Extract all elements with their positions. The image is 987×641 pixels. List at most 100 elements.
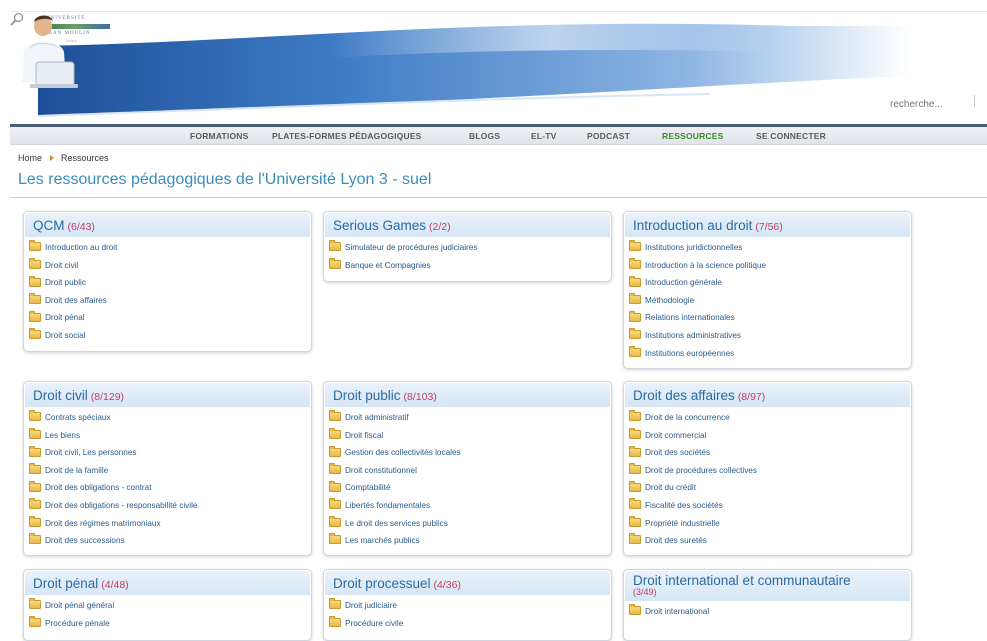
box-header: Droit pénal (4/48) <box>25 571 310 595</box>
list-item[interactable]: Droit constitutionnel <box>329 462 611 480</box>
list-item[interactable]: Droit fiscal <box>329 427 611 445</box>
list-item[interactable]: Introduction à la science politique <box>629 257 911 275</box>
box-title[interactable]: Droit processuel (4/36) <box>333 576 461 591</box>
resource-list: Droit pénal général Procédure pénale <box>24 597 311 632</box>
list-item[interactable]: Comptabilité <box>329 479 611 497</box>
box-header: QCM (6/43) <box>25 213 310 237</box>
list-item[interactable]: Les biens <box>29 427 311 445</box>
folder-icon <box>329 480 341 492</box>
list-item[interactable]: Simulateur de procédures judiciaires <box>329 239 611 257</box>
box-title[interactable]: Droit des affaires (8/97) <box>633 388 765 403</box>
folder-icon <box>629 480 641 492</box>
list-item[interactable]: Droit du crédit <box>629 479 911 497</box>
list-item[interactable]: Droit international <box>629 603 911 621</box>
folder-icon <box>329 463 341 475</box>
list-item[interactable]: Institutions juridictionnelles <box>629 239 911 257</box>
list-item[interactable]: Droit de la famille <box>29 462 311 480</box>
breadcrumb-arrow-icon <box>50 155 55 161</box>
list-item[interactable]: Fiscalité des sociétés <box>629 497 911 515</box>
box-droit-penal: Droit pénal (4/48) Droit pénal général Pr… <box>23 569 312 641</box>
list-item[interactable]: Droit de procédures collectives <box>629 462 911 480</box>
list-item[interactable]: Procédure civile <box>329 615 611 633</box>
list-item[interactable]: Droit des obligations - responsabilité c… <box>29 497 311 515</box>
box-title[interactable]: Droit civil (8/129) <box>33 388 124 403</box>
list-item[interactable]: Procédure pénale <box>29 615 311 633</box>
list-item[interactable]: Droit des sociétés <box>629 444 911 462</box>
list-item[interactable]: Droit pénal <box>29 309 311 327</box>
folder-icon <box>629 240 641 252</box>
search-box[interactable] <box>888 94 978 113</box>
list-item[interactable]: Institutions européennes <box>629 345 911 363</box>
box-header: Droit civil (8/129) <box>25 383 310 407</box>
box-count: (8/97) <box>737 391 766 403</box>
folder-icon <box>629 463 641 475</box>
search-icon[interactable] <box>10 12 24 26</box>
box-title[interactable]: Droit international et communautaire (3/4… <box>633 574 851 597</box>
nav-podcast[interactable]: PODCAST <box>587 131 630 141</box>
box-droit-des-affaires: Droit des affaires (8/97) Droit de la con… <box>623 381 912 556</box>
box-title[interactable]: Droit public (8/103) <box>333 388 437 403</box>
list-item[interactable]: Droit social <box>29 327 311 345</box>
resource-list: Introduction au droit Droit civil Droit … <box>24 239 311 345</box>
list-item[interactable]: Méthodologie <box>629 292 911 310</box>
list-item[interactable]: Relations internationales <box>629 309 911 327</box>
list-item[interactable]: Droit des régimes matrimoniaux <box>29 515 311 533</box>
list-item[interactable]: Libertés fondamentales <box>329 497 611 515</box>
box-count: (8/129) <box>90 391 125 403</box>
list-item[interactable]: Banque et Compagnies <box>329 257 611 275</box>
box-count: (2/2) <box>429 221 451 233</box>
folder-icon <box>629 533 641 545</box>
list-item[interactable]: Droit administratif <box>329 409 611 427</box>
nav-blogs[interactable]: BLOGS <box>469 131 500 141</box>
folder-icon <box>629 345 641 357</box>
folder-icon <box>329 257 341 269</box>
list-item[interactable]: Droit civil, Les personnes <box>29 444 311 462</box>
list-item[interactable]: Droit des affaires <box>29 292 311 310</box>
banner-swoosh <box>37 21 910 117</box>
nav-plates-formes[interactable]: PLATES-FORMES PÉDAGOGIQUES <box>272 131 422 141</box>
list-item[interactable]: Institutions administratives <box>629 327 911 345</box>
main-nav: FORMATIONS PLATES-FORMES PÉDAGOGIQUES BL… <box>10 127 987 145</box>
list-item[interactable]: Droit judiciaire <box>329 597 611 615</box>
folder-icon <box>629 328 641 340</box>
list-item[interactable]: Introduction au droit <box>29 239 311 257</box>
list-item[interactable]: Gestion des collectivités locales <box>329 444 611 462</box>
page-title: Les ressources pédagogiques de l'Univers… <box>18 171 432 188</box>
list-item[interactable]: Droit de la concurrence <box>629 409 911 427</box>
box-title[interactable]: Introduction au droit (7/56) <box>633 218 783 233</box>
list-item[interactable]: Droit des successions <box>29 532 311 550</box>
nav-se-connecter[interactable]: SE CONNECTER <box>756 131 826 141</box>
box-title[interactable]: Droit pénal (4/48) <box>33 576 129 591</box>
list-item[interactable]: Droit des suretés <box>629 532 911 550</box>
box-droit-public: Droit public (8/103) Droit administratif … <box>323 381 612 556</box>
breadcrumb-home[interactable]: Home <box>18 153 42 163</box>
list-item[interactable]: Propriété industrielle <box>629 515 911 533</box>
list-item[interactable]: Droit pénal général <box>29 597 311 615</box>
list-item[interactable]: Droit commercial <box>629 427 911 445</box>
box-title[interactable]: QCM (6/43) <box>33 218 95 233</box>
folder-icon <box>629 293 641 305</box>
box-header: Droit public (8/103) <box>325 383 610 407</box>
list-item[interactable]: Droit public <box>29 274 311 292</box>
resource-list: Institutions juridictionnelles Introduct… <box>624 239 911 362</box>
search-separator <box>974 95 975 107</box>
resource-list: Contrats spéciaux Les biens Droit civil,… <box>24 409 311 550</box>
resource-list: Droit de la concurrence Droit commercial… <box>624 409 911 550</box>
nav-formations[interactable]: FORMATIONS <box>190 131 249 141</box>
nav-el-tv[interactable]: EL-TV <box>531 131 557 141</box>
search-input[interactable] <box>888 96 972 113</box>
list-item[interactable]: Contrats spéciaux <box>29 409 311 427</box>
folder-icon <box>329 410 341 422</box>
list-item[interactable]: Droit civil <box>29 257 311 275</box>
list-item[interactable]: Les marchés publics <box>329 532 611 550</box>
list-item[interactable]: Introduction générale <box>629 274 911 292</box>
folder-icon <box>29 480 41 492</box>
folder-icon <box>29 615 41 627</box>
list-item[interactable]: Droit des obligations - contrat <box>29 479 311 497</box>
box-title[interactable]: Serious Games (2/2) <box>333 218 451 233</box>
folder-icon <box>629 427 641 439</box>
folder-icon <box>329 240 341 252</box>
folder-icon <box>29 515 41 527</box>
list-item[interactable]: Le droit des services publics <box>329 515 611 533</box>
nav-ressources[interactable]: RESSOURCES <box>662 131 724 141</box>
